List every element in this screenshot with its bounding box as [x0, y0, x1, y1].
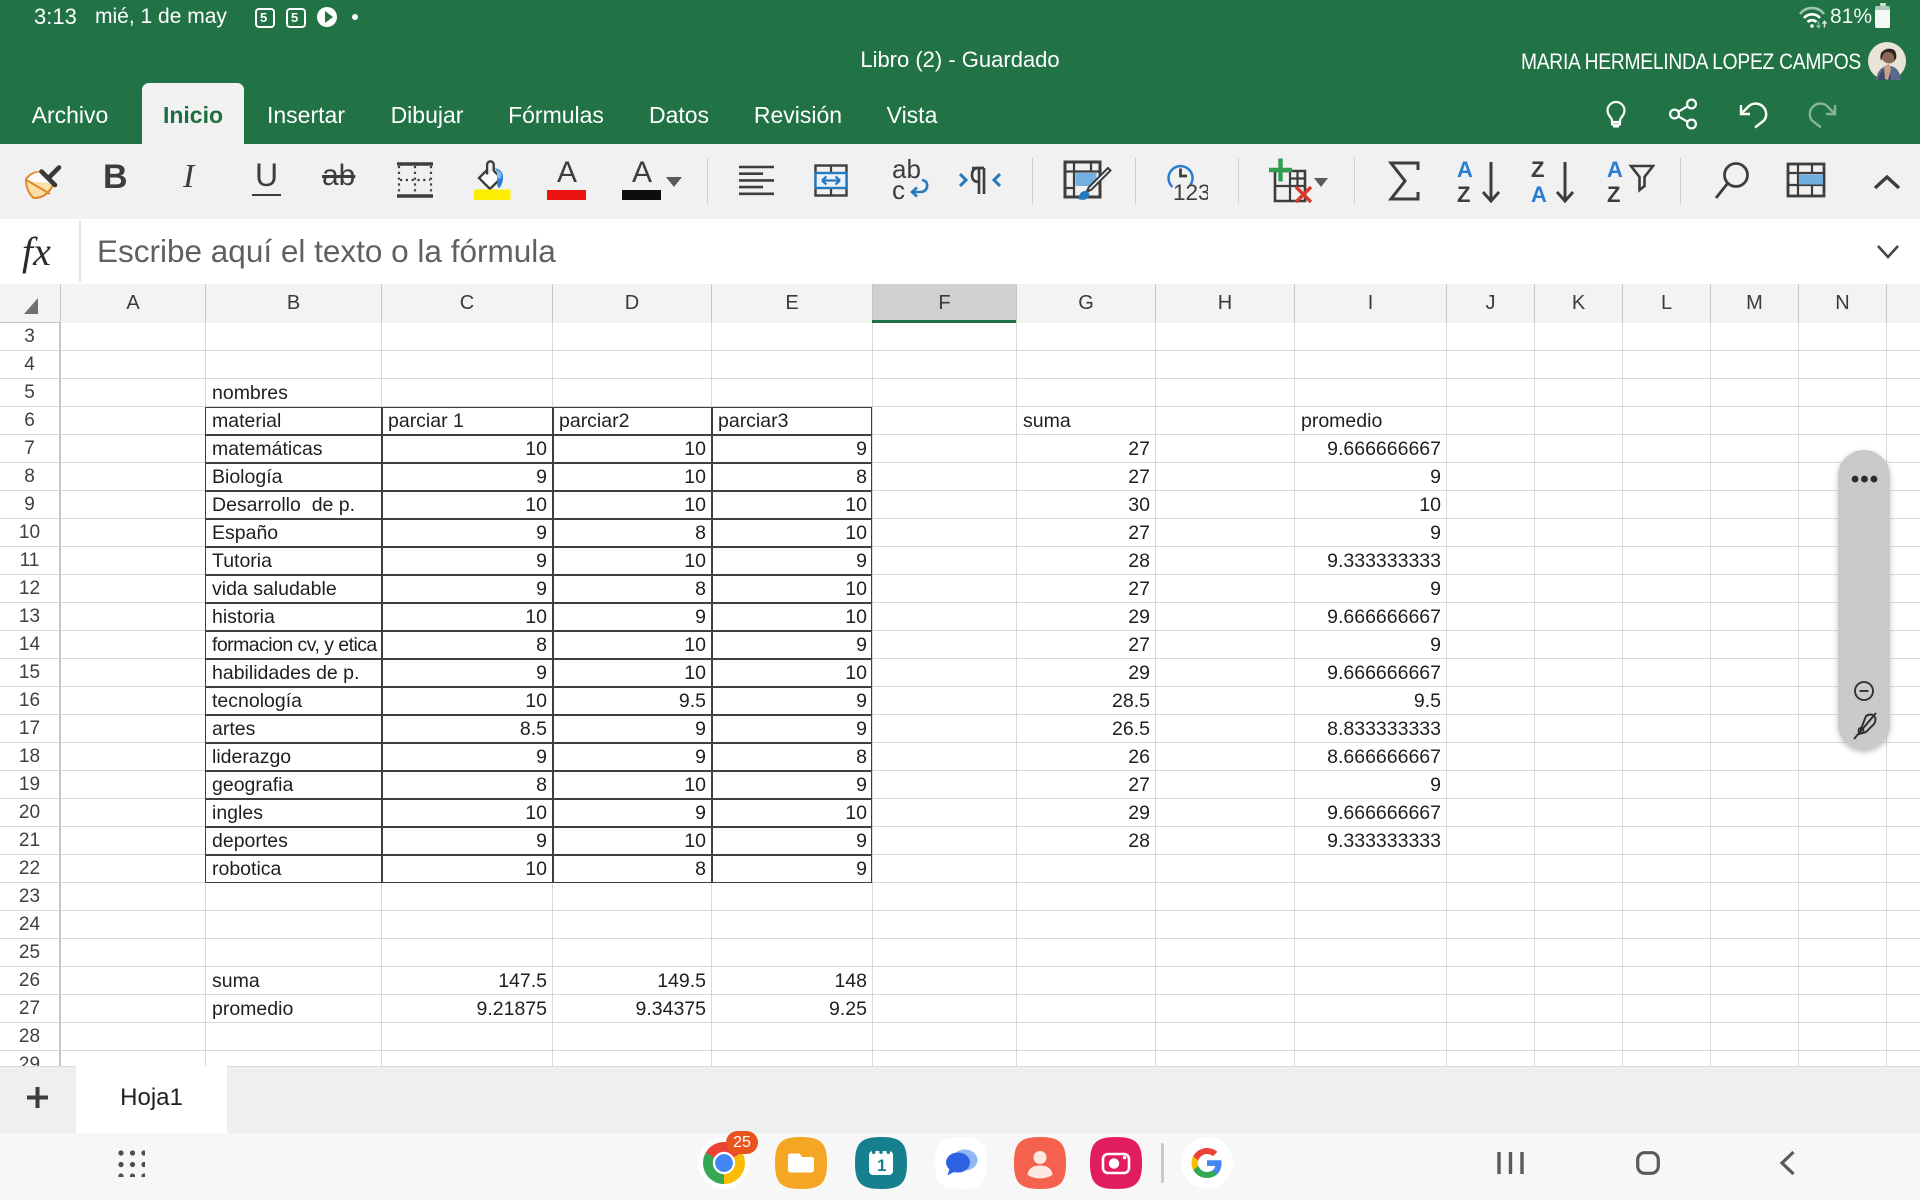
svg-text:1: 1 — [877, 1156, 886, 1175]
svg-text:A: A — [1457, 158, 1473, 182]
svg-text:Z: Z — [1531, 158, 1544, 182]
svg-text:123: 123 — [1173, 180, 1208, 203]
svg-text:Z: Z — [1607, 182, 1620, 206]
svg-text:c: c — [892, 175, 905, 202]
svg-text:A: A — [1607, 158, 1623, 182]
svg-text:A: A — [1531, 182, 1547, 206]
svg-text:Z: Z — [1457, 182, 1470, 206]
